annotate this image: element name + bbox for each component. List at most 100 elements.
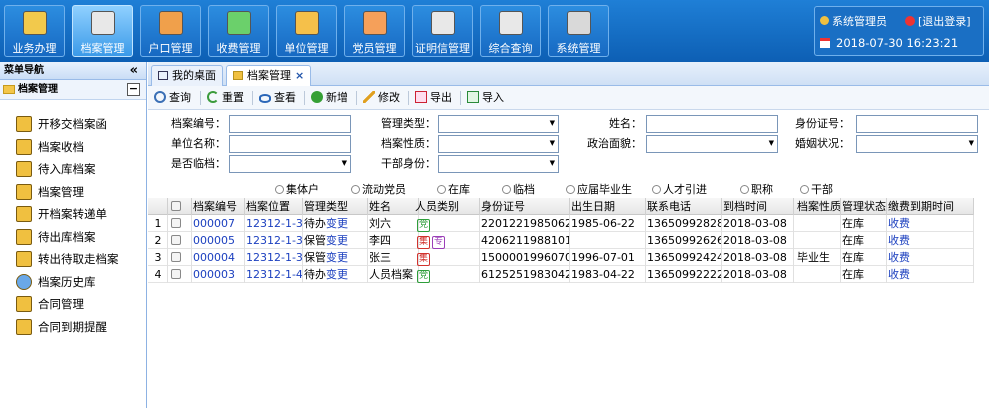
column-header[interactable]: 管理类型: [303, 198, 368, 215]
nav-archive[interactable]: 档案管理: [72, 5, 133, 57]
nav-id-card[interactable]: 户口管理: [140, 5, 201, 57]
add-button[interactable]: 新增: [311, 90, 348, 106]
reset-button[interactable]: 重置: [207, 90, 244, 106]
archive-position-link[interactable]: 12312-1-39: [245, 215, 303, 232]
fee-link[interactable]: 收费: [887, 232, 974, 249]
manage-type-select[interactable]: [438, 115, 559, 133]
filter-radio-8[interactable]: 干部: [800, 181, 833, 197]
table-row[interactable]: 200000512312-1-38保管变更李四集专420621198810180…: [148, 232, 974, 249]
change-link[interactable]: 变更: [326, 251, 348, 264]
archive-icon: [16, 318, 32, 335]
nav-magnifier[interactable]: 综合查询: [480, 5, 541, 57]
radio-label: 流动党员: [362, 183, 406, 196]
sidebar-item-4[interactable]: 档案管理: [16, 182, 84, 202]
id-no-input[interactable]: [856, 115, 978, 133]
column-header[interactable]: 缴费到期时间: [887, 198, 974, 215]
row-checkbox[interactable]: [168, 249, 192, 266]
row-number: 3: [148, 249, 168, 266]
nav-certificate[interactable]: 证明信管理: [412, 5, 473, 57]
sidebar-item-5[interactable]: 开档案转递单: [16, 204, 107, 224]
column-header[interactable]: 姓名: [368, 198, 419, 215]
change-link[interactable]: 变更: [326, 217, 348, 230]
nav-people[interactable]: 党员管理: [344, 5, 405, 57]
column-header[interactable]: 管理状态: [841, 198, 887, 215]
phone: 13650992828: [647, 215, 722, 232]
political-select[interactable]: [646, 135, 778, 153]
fee-link[interactable]: 收费: [887, 215, 974, 232]
filter-radio-2[interactable]: 流动党员: [351, 181, 406, 197]
tab-archive-management[interactable]: 档案管理 ×: [226, 65, 312, 87]
home-icon: [158, 71, 168, 80]
column-header[interactable]: 到档时间: [722, 198, 794, 215]
nav-gears[interactable]: 系统管理: [548, 5, 609, 57]
phone: 13650992222: [647, 266, 722, 283]
column-header[interactable]: 人员类别: [414, 198, 480, 215]
temporary-select[interactable]: [229, 155, 351, 173]
calendar-icon: [820, 38, 830, 48]
sidebar-item-1[interactable]: 开移交档案函: [16, 114, 107, 134]
temporary-label: 是否临档：: [171, 157, 226, 170]
import-button[interactable]: 导入: [467, 90, 504, 106]
cadre-select[interactable]: [438, 155, 559, 173]
table-row[interactable]: 4 00000312312-1-40待办变更 人员档案党 61252519830422…: [148, 266, 974, 283]
view-button[interactable]: 查看: [259, 90, 296, 106]
filter-radio-5[interactable]: 应届毕业生: [566, 181, 632, 197]
radio-circle-icon: [437, 185, 446, 194]
collapse-sidebar-button[interactable]: «: [130, 62, 138, 80]
unit-name-input[interactable]: [229, 135, 351, 153]
filter-radio-4[interactable]: 临档: [502, 181, 535, 197]
row-checkbox[interactable]: [168, 215, 192, 232]
sidebar-item-2[interactable]: 档案收档: [16, 137, 84, 157]
fee-link[interactable]: 收费: [887, 266, 974, 283]
nav-building[interactable]: 单位管理: [276, 5, 337, 57]
name-label: 姓名：: [609, 117, 642, 130]
sidebar-item-8[interactable]: 档案历史库: [16, 272, 96, 292]
marital-select[interactable]: [856, 135, 978, 153]
archive-position-link[interactable]: 12312-1-40: [245, 266, 303, 283]
collapse-section-button[interactable]: −: [127, 83, 140, 96]
column-header[interactable]: 出生日期: [570, 198, 646, 215]
user-name: 系统管理员: [832, 15, 887, 28]
select-all-checkbox[interactable]: [168, 198, 192, 215]
archive-no-link[interactable]: 000005: [192, 232, 245, 249]
nav-clipboard[interactable]: 业务办理: [4, 5, 65, 57]
logout-link[interactable]: [退出登录]: [905, 13, 971, 29]
column-header[interactable]: 身份证号: [480, 198, 570, 215]
sidebar-item-6[interactable]: 待出库档案: [16, 227, 96, 247]
column-header[interactable]: 档案编号: [192, 198, 245, 215]
change-link[interactable]: 变更: [326, 268, 348, 281]
filter-radio-7[interactable]: 职称: [740, 181, 773, 197]
column-header[interactable]: 档案位置: [245, 198, 303, 215]
filter-radio-6[interactable]: 人才引进: [652, 181, 707, 197]
close-tab-button[interactable]: ×: [295, 69, 304, 82]
table-row[interactable]: 100000712312-1-39待办变更刘六党2201221985062201…: [148, 215, 974, 232]
archive-position-link[interactable]: 12312-1-35: [245, 249, 303, 266]
archive-position-link[interactable]: 12312-1-38: [245, 232, 303, 249]
export-button[interactable]: 导出: [415, 90, 452, 106]
sidebar-item-3[interactable]: 待入库档案: [16, 159, 96, 179]
fee-link[interactable]: 收费: [887, 249, 974, 266]
sidebar-item-7[interactable]: 转出待取走档案: [16, 249, 119, 269]
archive-no-input[interactable]: [229, 115, 351, 133]
nav-money[interactable]: 收费管理: [208, 5, 269, 57]
name-input[interactable]: [646, 115, 778, 133]
column-header[interactable]: 联系电话: [646, 198, 722, 215]
row-checkbox[interactable]: [168, 232, 192, 249]
filter-radio-3[interactable]: 在库: [437, 181, 470, 197]
user-menu[interactable]: 系统管理员: [820, 13, 887, 29]
table-row[interactable]: 300000412312-1-35保管变更张三集1500001996070101…: [148, 249, 974, 266]
sidebar-section[interactable]: 档案管理 −: [0, 80, 146, 100]
change-link[interactable]: 变更: [326, 234, 348, 247]
column-header[interactable]: 档案性质: [796, 198, 841, 215]
tab-desktop[interactable]: 我的桌面: [151, 65, 223, 86]
edit-button[interactable]: 修改: [363, 90, 400, 106]
archive-no-link[interactable]: 000003: [192, 266, 245, 283]
sidebar-item-9[interactable]: 合同管理: [16, 294, 84, 314]
row-checkbox[interactable]: [168, 266, 192, 283]
sidebar-item-10[interactable]: 合同到期提醒: [16, 317, 107, 337]
archive-no-link[interactable]: 000004: [192, 249, 245, 266]
archive-no-link[interactable]: 000007: [192, 215, 245, 232]
archive-nature-select[interactable]: [438, 135, 559, 153]
filter-radio-1[interactable]: 集体户: [275, 181, 319, 197]
query-button[interactable]: 查询: [154, 90, 191, 106]
